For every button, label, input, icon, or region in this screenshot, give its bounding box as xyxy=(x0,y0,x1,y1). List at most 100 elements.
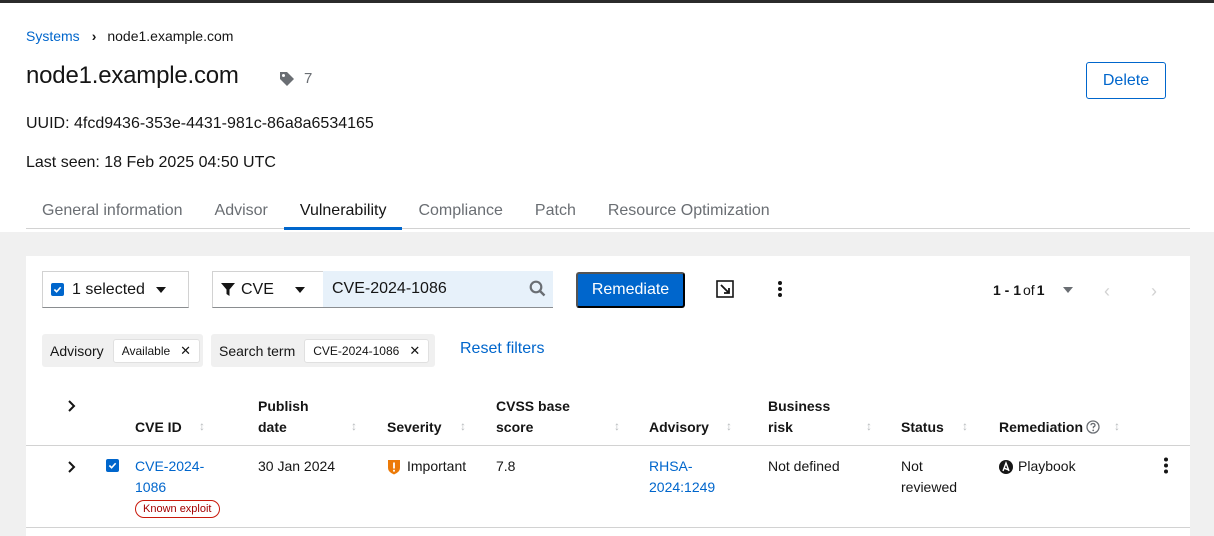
chip-group-search-term: Search term CVE-2024-1086 ✕ xyxy=(211,334,435,367)
severity-important-icon xyxy=(388,459,400,474)
severity-label: Important xyxy=(407,458,467,474)
tab-patch[interactable]: Patch xyxy=(519,193,592,229)
breadcrumb-systems-link[interactable]: Systems xyxy=(26,28,80,44)
bulk-select-checkbox[interactable] xyxy=(51,283,64,296)
help-icon[interactable] xyxy=(1086,420,1100,439)
status-cell: Not reviewed xyxy=(901,456,957,498)
check-icon xyxy=(108,462,117,469)
column-header-line: Business xyxy=(768,398,831,414)
search-input[interactable]: CVE-2024-1086 xyxy=(323,271,553,308)
column-header-remediation[interactable]: Remediation xyxy=(999,417,1083,438)
row-divider xyxy=(26,527,1190,528)
next-page-icon[interactable]: › xyxy=(1151,281,1157,302)
sort-icon[interactable]: ↕ xyxy=(460,419,466,433)
bulk-select-dropdown[interactable]: 1 selected xyxy=(42,271,189,308)
row-kebab-menu-icon[interactable] xyxy=(1162,457,1170,479)
delete-button[interactable]: Delete xyxy=(1086,62,1166,99)
caret-down-icon xyxy=(1062,287,1073,293)
filter-chip: CVE-2024-1086 ✕ xyxy=(304,338,430,363)
chip-label: Available xyxy=(121,343,171,358)
check-icon xyxy=(53,286,62,293)
advisory-link[interactable]: RHSA- 2024:1249 xyxy=(649,456,715,498)
advisory-line: 2024:1249 xyxy=(649,479,716,495)
caret-down-icon xyxy=(295,287,305,293)
cve-id-link[interactable]: CVE-2024- 1086 xyxy=(135,456,204,498)
chip-group-category: Advisory xyxy=(50,342,104,359)
remediation-label: Playbook xyxy=(1018,458,1076,474)
page-title: node1.example.com xyxy=(26,62,239,89)
chip-group-advisory: Advisory Available ✕ xyxy=(42,334,203,367)
known-exploit-badge: Known exploit xyxy=(135,500,220,518)
pagination-total: 1 xyxy=(1036,282,1045,298)
column-header-line: score xyxy=(496,419,534,435)
expand-all-icon[interactable] xyxy=(67,399,76,415)
breadcrumb-separator-icon: › xyxy=(91,28,97,44)
cve-id-line: CVE-2024- xyxy=(135,458,205,474)
advisory-line: RHSA- xyxy=(649,458,693,474)
tab-general-information[interactable]: General information xyxy=(26,193,199,229)
chip-label: CVE-2024-1086 xyxy=(313,343,400,358)
column-header-cve-id[interactable]: CVE ID xyxy=(135,417,182,438)
bulk-select-label: 1 selected xyxy=(72,280,145,298)
tab-bar: General information Advisor Vulnerabilit… xyxy=(26,193,1190,230)
row-checkbox[interactable] xyxy=(106,459,119,472)
system-uuid: UUID: 4fcd9436-353e-4431-981c-86a8a65341… xyxy=(26,115,374,132)
breadcrumb-current: node1.example.com xyxy=(107,28,234,44)
export-icon[interactable] xyxy=(716,280,734,303)
caret-down-icon xyxy=(156,287,166,293)
column-header-advisory[interactable]: Advisory xyxy=(649,417,709,438)
tag-count: 7 xyxy=(304,70,313,87)
pagination-range: 1 - 1 xyxy=(993,282,1022,298)
severity-cell: Important xyxy=(387,456,466,477)
column-header-cvss-score[interactable]: CVSS base score xyxy=(496,396,570,438)
column-header-publish-date[interactable]: Publish date xyxy=(258,396,309,438)
sort-icon[interactable]: ↕ xyxy=(199,419,205,433)
reset-filters-link[interactable]: Reset filters xyxy=(460,340,544,358)
filter-chip: Available ✕ xyxy=(112,338,201,363)
sort-icon[interactable]: ↕ xyxy=(614,419,620,433)
sort-icon[interactable]: ↕ xyxy=(726,419,732,433)
sort-icon[interactable]: ↕ xyxy=(962,419,968,433)
sort-icon[interactable]: ↕ xyxy=(351,419,357,433)
filter-type-label: CVE xyxy=(241,280,274,298)
status-line: Not xyxy=(901,458,923,474)
ansible-icon xyxy=(999,459,1013,474)
column-header-line: risk xyxy=(768,419,793,435)
business-risk: Not defined xyxy=(768,458,840,474)
tag-icon xyxy=(280,71,294,86)
breadcrumb: Systems › node1.example.com xyxy=(26,28,233,44)
remediate-button[interactable]: Remediate xyxy=(576,272,685,308)
publish-date: 30 Jan 2024 xyxy=(258,458,336,474)
tab-advisor[interactable]: Advisor xyxy=(199,193,284,229)
search-value: CVE-2024-1086 xyxy=(332,280,447,297)
kebab-menu-icon[interactable] xyxy=(776,280,784,303)
filter-type-dropdown[interactable]: CVE xyxy=(212,271,324,308)
cve-id-line: 1086 xyxy=(135,479,167,495)
sort-icon[interactable]: ↕ xyxy=(866,419,872,433)
filter-icon xyxy=(221,282,235,296)
column-header-line: CVSS base xyxy=(496,398,570,414)
pagination-toggle[interactable]: 1 - 1 of 1 xyxy=(993,282,1073,298)
pagination-of: of xyxy=(1023,282,1035,298)
tags-button[interactable]: 7 xyxy=(279,70,312,87)
close-icon[interactable]: ✕ xyxy=(409,343,420,359)
previous-page-icon[interactable]: ‹ xyxy=(1104,281,1110,302)
tab-resource-optimization[interactable]: Resource Optimization xyxy=(592,193,786,229)
header-divider xyxy=(26,445,1190,446)
remediation-cell: Playbook xyxy=(999,456,1076,477)
last-seen: Last seen: 18 Feb 2025 04:50 UTC xyxy=(26,154,276,171)
sort-icon[interactable]: ↕ xyxy=(1114,419,1120,433)
close-icon[interactable]: ✕ xyxy=(180,343,191,359)
column-header-status[interactable]: Status xyxy=(901,417,944,438)
column-header-severity[interactable]: Severity xyxy=(387,417,441,438)
column-header-line: Publish xyxy=(258,398,309,414)
search-icon[interactable] xyxy=(529,280,546,297)
tab-compliance[interactable]: Compliance xyxy=(402,193,518,229)
column-header-business-risk[interactable]: Business risk xyxy=(768,396,830,438)
column-header-line: date xyxy=(258,419,287,435)
row-expand-icon[interactable] xyxy=(67,460,76,476)
tab-vulnerability[interactable]: Vulnerability xyxy=(283,193,403,230)
status-line: reviewed xyxy=(901,479,958,495)
chip-group-category: Search term xyxy=(219,342,296,359)
cvss-score: 7.8 xyxy=(496,458,516,474)
